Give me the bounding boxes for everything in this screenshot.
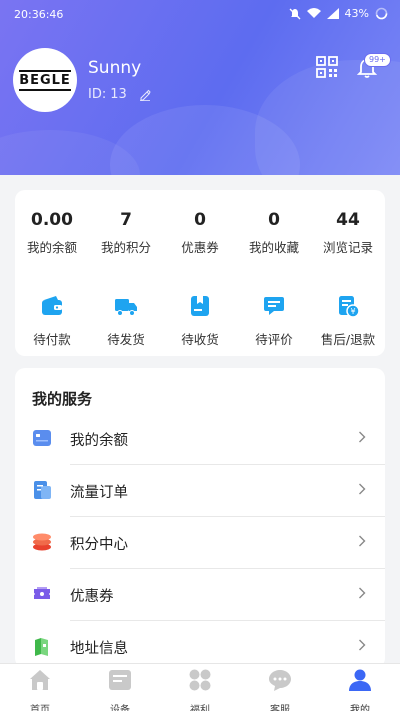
refund-icon: ¥: [339, 296, 360, 318]
service-label: 我的余额: [70, 433, 128, 449]
service-label: 积分中心: [70, 537, 128, 553]
order-label: 待收货: [181, 332, 219, 347]
comment-icon: [264, 297, 284, 315]
service-item-coupons[interactable]: 优惠券: [15, 569, 385, 621]
service-label: 地址信息: [70, 641, 128, 657]
stat-history[interactable]: 44 浏览记录: [311, 210, 385, 256]
user-id-label: ID:: [88, 87, 107, 102]
service-item-traffic-orders[interactable]: 流量订单: [15, 465, 385, 517]
order-label: 售后/退款: [320, 332, 376, 347]
traffic-order-icon: [34, 481, 51, 499]
user-id: ID: 13: [88, 87, 151, 102]
stat-value: 44: [336, 210, 360, 230]
tab-label: 福利: [190, 705, 210, 711]
chevron-right-icon: [359, 535, 366, 547]
stat-label: 优惠券: [181, 240, 219, 255]
stat-favorites[interactable]: 0 我的收藏: [237, 210, 311, 256]
stat-label: 浏览记录: [322, 240, 373, 255]
profile-person-icon: [349, 669, 371, 691]
services-card: 我的服务 我的余额 流量订单 积分中心 优惠券 地址信息: [15, 368, 385, 668]
wallet-icon: [42, 296, 62, 315]
qr-code-icon[interactable]: [316, 56, 338, 78]
username: Sunny: [88, 58, 142, 78]
coupon-ticket-icon: [34, 587, 50, 599]
services-title: 我的服务: [32, 390, 93, 408]
tab-label: 客服: [270, 705, 290, 711]
order-pending-payment[interactable]: 待付款: [15, 294, 89, 348]
chat-support-icon: [269, 670, 291, 691]
order-label: 待评价: [255, 332, 293, 347]
wifi-icon: [306, 8, 321, 18]
status-bar: 20:36:46 43%: [0, 0, 400, 30]
tab-home[interactable]: 首页: [0, 668, 80, 711]
service-label: 优惠券: [70, 589, 114, 605]
tab-label: 设备: [110, 705, 130, 711]
order-pending-shipment[interactable]: 待发货: [89, 294, 163, 348]
stat-value: 0.00: [31, 210, 73, 230]
mute-bell-icon: [289, 8, 301, 19]
stat-label: 我的收藏: [248, 240, 299, 255]
address-map-icon: [35, 638, 48, 656]
order-pending-review[interactable]: 待评价: [237, 294, 311, 348]
package-icon: [191, 296, 209, 316]
welfare-grid-icon: [189, 669, 211, 691]
battery-ring-icon: [375, 7, 388, 20]
stat-value: 0: [268, 210, 280, 230]
stat-label: 我的余额: [26, 240, 77, 255]
tab-label: 首页: [30, 705, 50, 711]
avatar[interactable]: BEGLE: [13, 48, 77, 112]
avatar-logo-text: BEGLE: [19, 69, 71, 91]
bottom-tab-bar: 首页 设备 福利 客服 我的: [0, 663, 400, 711]
stat-balance[interactable]: 0.00 我的余额: [15, 210, 89, 256]
notification-badge: 99+: [364, 53, 391, 67]
tab-customer-service[interactable]: 客服: [240, 668, 320, 711]
points-coins-icon: [33, 533, 51, 551]
stat-value: 0: [194, 210, 206, 230]
service-item-balance[interactable]: 我的余额: [15, 413, 385, 465]
tab-mine[interactable]: 我的: [320, 668, 400, 711]
order-label: 待发货: [107, 332, 145, 347]
edit-pencil-icon[interactable]: [139, 89, 151, 101]
order-pending-receipt[interactable]: 待收货: [163, 294, 237, 348]
tab-welfare[interactable]: 福利: [160, 668, 240, 711]
order-after-sales-refund[interactable]: ¥ 售后/退款: [311, 294, 385, 348]
service-label: 流量订单: [70, 485, 128, 501]
battery-percent: 43%: [344, 7, 369, 20]
balance-card-icon: [33, 430, 51, 446]
svg-text:¥: ¥: [350, 307, 355, 316]
order-label: 待付款: [33, 332, 71, 347]
tab-label: 我的: [350, 705, 370, 711]
tab-device[interactable]: 设备: [80, 668, 160, 711]
signal-icon: [326, 8, 339, 19]
home-icon: [30, 670, 50, 690]
chevron-right-icon: [359, 483, 366, 495]
stats-card: 0.00 我的余额 7 我的积分 0 优惠券 0 我的收藏 44 浏览记录 待付…: [15, 190, 385, 356]
chevron-right-icon: [359, 587, 366, 599]
user-id-value: 13: [110, 87, 127, 102]
status-time: 20:36:46: [14, 8, 64, 21]
stat-value: 7: [120, 210, 132, 230]
stat-coupons[interactable]: 0 优惠券: [163, 210, 237, 256]
stat-label: 我的积分: [100, 240, 151, 255]
chevron-right-icon: [359, 431, 366, 443]
service-item-points-center[interactable]: 积分中心: [15, 517, 385, 569]
truck-icon: [115, 299, 137, 316]
stat-points[interactable]: 7 我的积分: [89, 210, 163, 256]
device-icon: [109, 670, 131, 690]
chevron-right-icon: [359, 639, 366, 651]
